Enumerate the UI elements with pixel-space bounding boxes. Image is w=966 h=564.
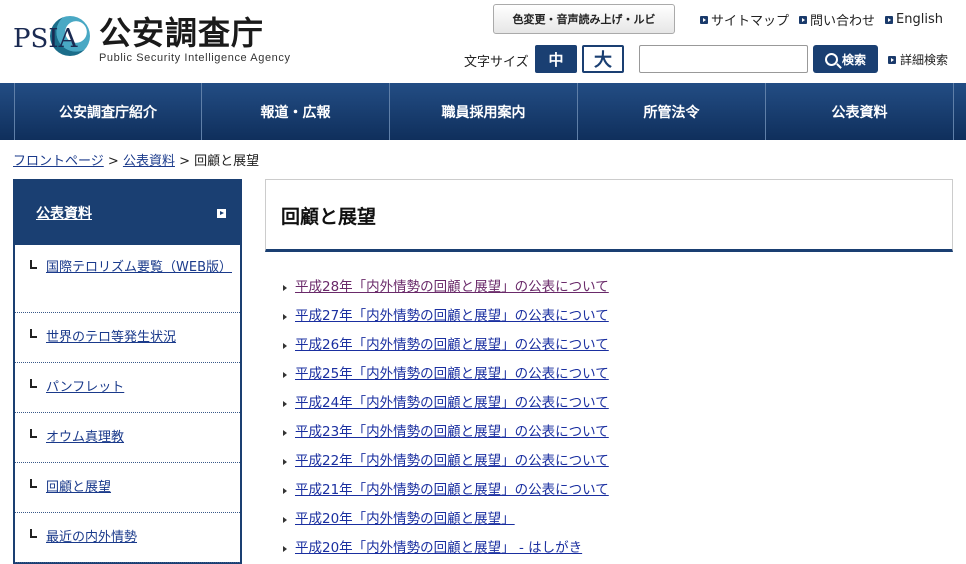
list-item[interactable]: 平成22年「内外情勢の回顧と展望」の公表について (283, 444, 609, 473)
bullet-arrow-icon (283, 284, 287, 291)
nav-item-recruit[interactable]: 職員採用案内 (390, 83, 578, 140)
list-item[interactable]: 平成26年「内外情勢の回顧と展望」の公表について (283, 328, 609, 357)
bullet-arrow-icon (283, 342, 287, 349)
utility-links: サイトマップ 問い合わせ English (700, 10, 943, 29)
sub-item-corner-icon (30, 429, 37, 438)
accessibility-button[interactable]: 色変更・音声読み上げ・ルビ (493, 4, 675, 34)
advanced-search-link[interactable]: 詳細検索 (888, 51, 948, 68)
arrow-square-icon (888, 55, 896, 64)
bullet-arrow-icon (283, 545, 287, 552)
site-header: PSIA 公安調査庁 Public Security Intelligence … (0, 0, 966, 83)
sidebar-item-terror-incidents[interactable]: 世界のテロ等発生状況 (15, 313, 240, 363)
arrow-square-icon (217, 209, 226, 218)
font-size-large-button[interactable]: 大 (582, 45, 624, 73)
contact-link[interactable]: 問い合わせ (799, 10, 875, 29)
breadcrumb-home-link[interactable]: フロントページ (13, 154, 104, 169)
list-item[interactable]: 平成25年「内外情勢の回顧と展望」の公表について (283, 357, 609, 386)
breadcrumb: フロントページ > 公表資料 > 回顧と展望 (13, 150, 259, 169)
sub-item-corner-icon (30, 379, 37, 388)
page-title-box: 回顧と展望 (265, 179, 953, 252)
sidebar: 公表資料 国際テロリズム要覧（WEB版） 世界のテロ等発生状況 パンフレット オ… (13, 179, 242, 564)
nav-item-laws[interactable]: 所管法令 (578, 83, 766, 140)
sidebar-item-pamphlet[interactable]: パンフレット (15, 363, 240, 413)
sub-item-corner-icon (30, 260, 37, 269)
psia-logo-mark: PSIA (13, 10, 93, 64)
sub-item-corner-icon (30, 479, 37, 488)
bullet-arrow-icon (283, 313, 287, 320)
list-item[interactable]: 平成27年「内外情勢の回顧と展望」の公表について (283, 299, 609, 328)
arrow-square-icon (700, 15, 708, 24)
publication-link-list: 平成28年「内外情勢の回顧と展望」の公表について 平成27年「内外情勢の回顧と展… (283, 270, 609, 560)
sidebar-item-recent-situation[interactable]: 最近の内外情勢 (15, 513, 240, 563)
list-item[interactable]: 平成21年「内外情勢の回顧と展望」の公表について (283, 473, 609, 502)
nav-item-press[interactable]: 報道・広報 (202, 83, 390, 140)
breadcrumb-separator: > (107, 154, 119, 169)
search-icon (824, 52, 838, 66)
bullet-arrow-icon (283, 516, 287, 523)
global-nav: 公安調査庁紹介 報道・広報 職員採用案内 所管法令 公表資料 (0, 83, 966, 140)
search-input[interactable] (639, 45, 808, 73)
list-item[interactable]: 平成23年「内外情勢の回顧と展望」の公表について (283, 415, 609, 444)
page-title: 回顧と展望 (281, 206, 377, 228)
bullet-arrow-icon (283, 371, 287, 378)
sitemap-link[interactable]: サイトマップ (700, 10, 789, 29)
sidebar-item-aum[interactable]: オウム真理教 (15, 413, 240, 463)
breadcrumb-parent-link[interactable]: 公表資料 (123, 154, 175, 169)
search-button[interactable]: 検索 (813, 45, 878, 73)
sidebar-item-review-outlook[interactable]: 回顧と展望 (15, 463, 240, 513)
font-size-medium-button[interactable]: 中 (535, 45, 577, 73)
nav-item-publications[interactable]: 公表資料 (766, 83, 954, 140)
list-item[interactable]: 平成24年「内外情勢の回顧と展望」の公表について (283, 386, 609, 415)
nav-item-about[interactable]: 公安調査庁紹介 (14, 83, 202, 140)
arrow-square-icon (799, 15, 808, 24)
list-item[interactable]: 平成28年「内外情勢の回顧と展望」の公表について (283, 270, 609, 299)
arrow-square-icon (885, 15, 894, 24)
bullet-arrow-icon (283, 487, 287, 494)
site-logo[interactable]: PSIA 公安調査庁 Public Security Intelligence … (13, 8, 293, 70)
list-item[interactable]: 平成20年「内外情勢の回顧と展望」 - はしがき (283, 531, 609, 560)
sub-item-corner-icon (30, 329, 37, 338)
breadcrumb-separator: > (179, 154, 190, 169)
logo-abbr: PSIA (13, 24, 78, 54)
bullet-arrow-icon (283, 400, 287, 407)
sidebar-list: 国際テロリズム要覧（WEB版） 世界のテロ等発生状況 パンフレット オウム真理教… (15, 245, 240, 563)
sidebar-heading-link[interactable]: 公表資料 (15, 181, 240, 245)
sidebar-item-terrorism-handbook[interactable]: 国際テロリズム要覧（WEB版） (15, 245, 240, 313)
breadcrumb-current: 回顧と展望 (194, 154, 260, 169)
bullet-arrow-icon (283, 429, 287, 436)
bullet-arrow-icon (283, 458, 287, 465)
sub-item-corner-icon (30, 529, 37, 538)
english-link[interactable]: English (885, 10, 943, 29)
list-item[interactable]: 平成20年「内外情勢の回顧と展望」 (283, 502, 609, 531)
agency-english-name: Public Security Intelligence Agency (99, 52, 291, 64)
agency-name: 公安調査庁 (99, 14, 265, 52)
font-size-label: 文字サイズ (464, 55, 529, 70)
